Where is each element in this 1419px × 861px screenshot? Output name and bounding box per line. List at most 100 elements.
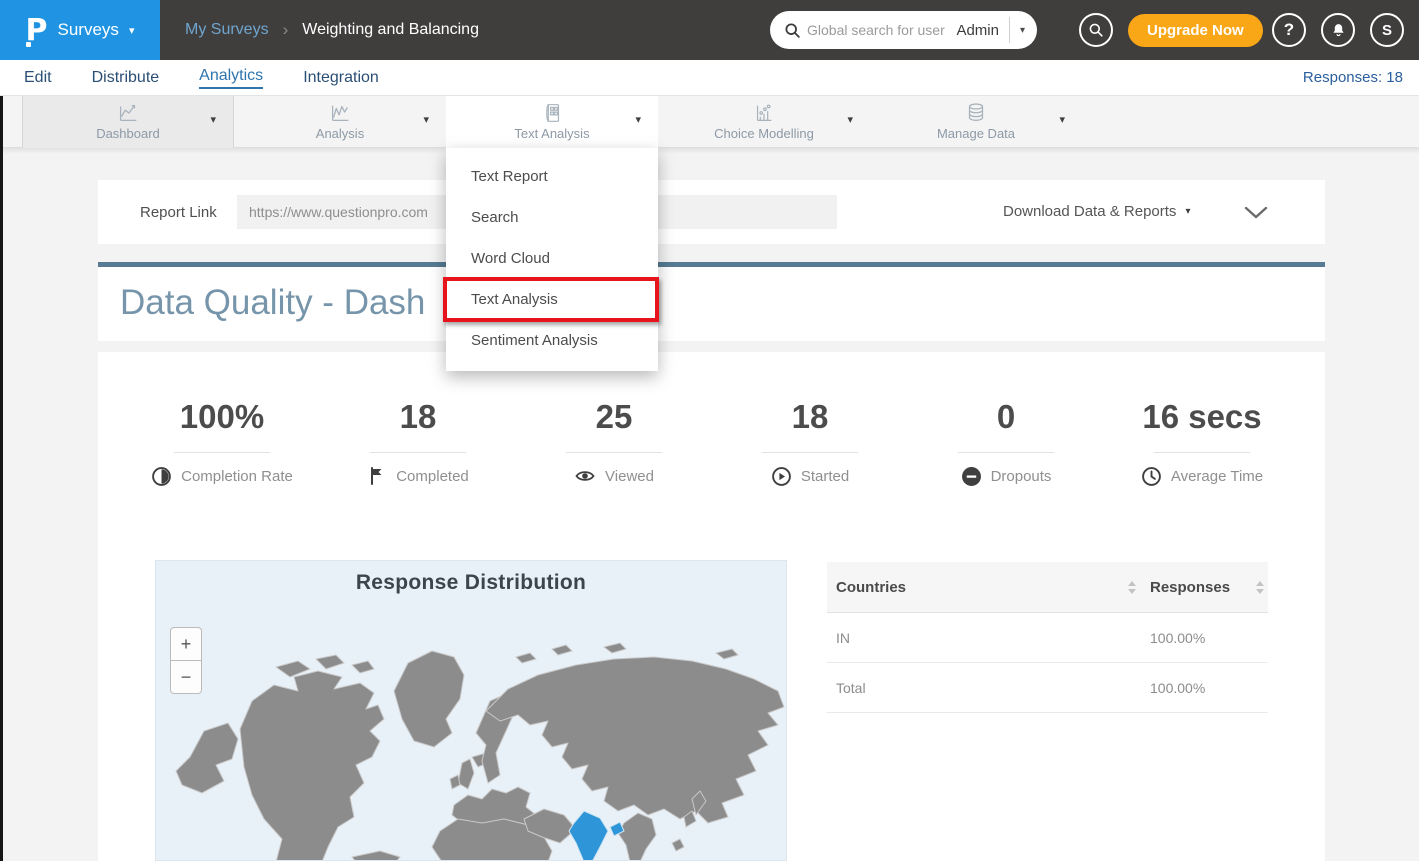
flag-icon: [367, 466, 387, 486]
question-mark-icon: ?: [1284, 20, 1294, 40]
bell-icon: [1330, 22, 1347, 39]
stat-dropouts: 0 Dropouts: [908, 398, 1104, 487]
menu-item-text-report[interactable]: Text Report: [446, 156, 658, 197]
breadcrumb-separator-icon: ›: [283, 20, 289, 40]
toolbar-tab-text-analysis[interactable]: Text Analysis ▾: [446, 96, 658, 149]
map-zoom-in-button[interactable]: +: [170, 627, 202, 661]
menu-item-word-cloud[interactable]: Word Cloud: [446, 238, 658, 279]
eye-icon: [574, 466, 596, 486]
stat-value: 16 secs: [1104, 398, 1300, 436]
menu-item-sentiment-analysis[interactable]: Sentiment Analysis: [446, 320, 658, 361]
menu-item-text-analysis[interactable]: Text Analysis: [446, 279, 658, 320]
column-label: Responses: [1150, 579, 1230, 596]
country-cell: IN: [827, 630, 1150, 646]
nav-tab-analytics[interactable]: Analytics: [199, 67, 263, 89]
nav-tab-distribute[interactable]: Distribute: [92, 69, 160, 87]
chevron-down-icon[interactable]: ▾: [423, 113, 429, 126]
response-distribution-map: Response Distribution + −: [155, 560, 787, 861]
tab-label: Choice Modelling: [658, 126, 870, 141]
divider: [1154, 452, 1250, 453]
column-label: Countries: [836, 579, 906, 596]
product-switcher[interactable]: P Surveys ▾: [0, 0, 160, 60]
download-data-reports-dropdown[interactable]: Download Data & Reports ▾: [1003, 203, 1190, 220]
map-title: Response Distribution: [156, 571, 786, 595]
notifications-button[interactable]: [1321, 13, 1355, 47]
sort-icon[interactable]: [1128, 581, 1136, 594]
stat-value: 100%: [124, 398, 320, 436]
download-data-reports-label: Download Data & Reports: [1003, 203, 1176, 220]
map-south-america: [352, 851, 400, 861]
map-india-highlight: [569, 811, 608, 861]
search-icon: [784, 22, 801, 39]
report-link-label: Report Link: [140, 204, 217, 221]
stat-label: Viewed: [605, 468, 654, 485]
breadcrumb: My Surveys › Weighting and Balancing: [185, 0, 479, 60]
stat-completion-rate: 100% Completion Rate: [124, 398, 320, 487]
text-analysis-menu: Text Report Search Word Cloud Text Analy…: [446, 148, 658, 371]
top-header: P Surveys ▾ My Surveys › Weighting and B…: [0, 0, 1419, 60]
avatar-initial: S: [1382, 22, 1392, 39]
data-quality-section: Data Quality - Dash: [98, 262, 1325, 341]
table-row: Total 100.00%: [827, 663, 1268, 713]
page-title: Data Quality - Dash: [120, 283, 425, 323]
menu-item-search[interactable]: Search: [446, 197, 658, 238]
global-search-bar[interactable]: Admin ▾: [770, 11, 1037, 49]
map-alaska: [176, 723, 238, 793]
nav-tab-integration[interactable]: Integration: [303, 69, 379, 87]
responses-cell: 100.00%: [1150, 630, 1268, 646]
map-zoom-out-button[interactable]: −: [170, 660, 202, 694]
map-asia: [486, 657, 784, 823]
map-zoom-controls: + −: [170, 627, 202, 694]
responses-count: Responses: 18: [1303, 69, 1403, 86]
stat-started: 18 Started: [712, 398, 908, 487]
search-icon: [1088, 22, 1104, 38]
chevron-down-icon[interactable]: ▾: [210, 113, 216, 126]
line-chart-icon: [115, 101, 141, 125]
chevron-down-icon[interactable]: ▾: [635, 113, 641, 126]
completion-rate-icon: [151, 466, 172, 487]
toolbar-tab-analysis[interactable]: Analysis ▾: [234, 96, 446, 148]
stat-label: Completion Rate: [181, 468, 293, 485]
chevron-down-icon[interactable]: ▾: [847, 113, 853, 126]
chevron-down-icon: ▾: [129, 24, 135, 37]
toolbar-tab-manage-data[interactable]: Manage Data ▾: [870, 96, 1082, 148]
divider: [174, 452, 270, 453]
app-window: P Surveys ▾ My Surveys › Weighting and B…: [0, 0, 1419, 861]
dashboard-card: 100% Completion Rate 18: [98, 352, 1325, 861]
product-menu-label: Surveys: [58, 20, 119, 40]
search-scope-dropdown[interactable]: ▾: [1020, 25, 1027, 36]
table-row: IN 100.00%: [827, 613, 1268, 663]
analysis-chart-icon: [327, 101, 353, 125]
window-left-edge: [0, 96, 3, 861]
column-header-countries[interactable]: Countries: [827, 579, 1150, 596]
toolbar-tab-dashboard[interactable]: Dashboard ▾: [22, 96, 234, 148]
text-report-icon: [539, 101, 565, 125]
sort-icon[interactable]: [1256, 581, 1264, 594]
stat-label: Average Time: [1171, 468, 1263, 485]
stat-label: Started: [801, 468, 849, 485]
toolbar-tab-choice-modelling[interactable]: Choice Modelling ▾: [658, 96, 870, 148]
header-search-button[interactable]: [1079, 13, 1113, 47]
chevron-down-icon[interactable]: ▾: [1059, 113, 1065, 126]
divider: [762, 452, 858, 453]
divider: [958, 452, 1054, 453]
map-north-america: [240, 671, 384, 861]
user-avatar[interactable]: S: [1370, 13, 1404, 47]
column-header-responses[interactable]: Responses: [1150, 579, 1268, 596]
help-button[interactable]: ?: [1272, 13, 1306, 47]
map-se-asia: [618, 813, 656, 861]
breadcrumb-my-surveys[interactable]: My Surveys: [185, 21, 269, 39]
tab-label: Text Analysis: [446, 126, 658, 141]
collapse-section-chevron[interactable]: [1244, 206, 1268, 225]
nav-tab-edit[interactable]: Edit: [24, 69, 52, 87]
clock-icon: [1141, 466, 1162, 487]
global-search-input[interactable]: [801, 22, 956, 38]
search-scope-label: Admin: [956, 22, 1009, 39]
world-map[interactable]: [156, 561, 787, 861]
country-cell: Total: [827, 680, 1150, 696]
divider: [566, 452, 662, 453]
stat-value: 0: [908, 398, 1104, 436]
upgrade-now-button[interactable]: Upgrade Now: [1128, 14, 1263, 47]
countries-table: Countries Responses IN 100.00% Total 100…: [827, 562, 1268, 713]
database-icon: [963, 101, 989, 125]
